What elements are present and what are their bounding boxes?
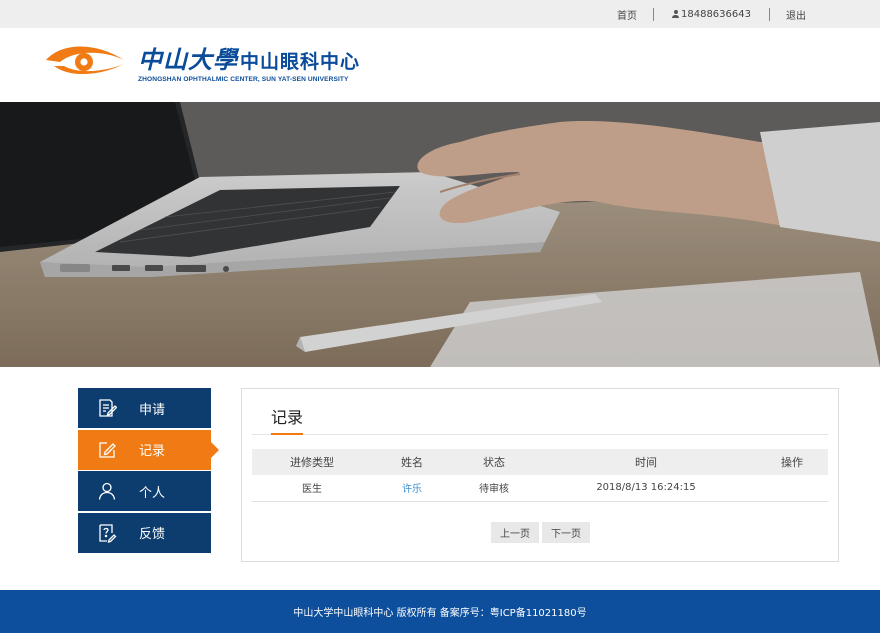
column-header-status: 状态 xyxy=(483,456,505,469)
eye-logo-icon xyxy=(46,46,124,75)
site-header: 中山大學 中山眼科中心 ZHONGSHAN OPHTHALMIC CENTER,… xyxy=(0,28,880,102)
column-header-time: 时间 xyxy=(635,456,657,469)
table-row: 医生 许乐 待审核 2018/8/13 16:24:15 xyxy=(252,475,828,501)
laptop-desk-illustration xyxy=(0,102,880,367)
pagination: 上一页 下一页 xyxy=(491,522,590,543)
footer-copyright: 中山大学中山眼科中心 版权所有 备案序号：粤ICP备11021180号 xyxy=(293,608,587,619)
sidebar-nav: 申请 记录 个人 反馈 xyxy=(78,388,219,554)
next-page-button[interactable]: 下一页 xyxy=(542,522,590,543)
prev-page-button[interactable]: 上一页 xyxy=(491,522,539,543)
user-phone: 18488636643 xyxy=(681,8,751,20)
user-icon xyxy=(672,10,679,18)
sidebar-item-feedback[interactable]: 反馈 xyxy=(78,512,211,553)
column-header-name: 姓名 xyxy=(401,456,423,469)
logo-center-name: 中山眼科中心 xyxy=(240,51,361,73)
logout-link[interactable]: 退出 xyxy=(770,7,822,22)
divider xyxy=(252,434,828,435)
logo-english-name: ZHONGSHAN OPHTHALMIC CENTER, SUN YAT-SEN… xyxy=(138,76,349,83)
sidebar-item-records[interactable]: 记录 xyxy=(78,429,219,470)
sidebar-item-personal[interactable]: 个人 xyxy=(78,471,211,512)
question-icon xyxy=(97,523,117,543)
top-links: 首页 18488636643 退出 xyxy=(601,0,822,28)
cell-action xyxy=(756,475,828,501)
column-header-type: 进修类型 xyxy=(290,456,334,469)
panel-title: 记录 xyxy=(271,408,304,427)
table-header-row: 进修类型 姓名 状态 时间 操作 xyxy=(252,449,828,475)
home-link[interactable]: 首页 xyxy=(601,7,653,22)
logo-university-name: 中山大學 xyxy=(138,45,238,74)
top-bar: 首页 18488636643 退出 xyxy=(0,0,880,28)
banner-image xyxy=(0,102,880,367)
sidebar-item-label: 个人 xyxy=(139,485,166,501)
user-account[interactable]: 18488636643 xyxy=(654,9,769,20)
user-icon xyxy=(97,481,117,501)
sidebar-item-label: 反馈 xyxy=(139,527,166,543)
cell-type: 医生 xyxy=(302,484,322,496)
sidebar-item-label: 申请 xyxy=(139,402,166,418)
cell-name-link[interactable]: 许乐 xyxy=(402,484,422,495)
cell-status: 待审核 xyxy=(479,484,509,496)
site-footer: 中山大学中山眼科中心 版权所有 备案序号：粤ICP备11021180号 xyxy=(0,590,880,633)
records-table: 进修类型 姓名 状态 时间 操作 医生 许乐 待审核 2018/8/13 16:… xyxy=(252,449,828,502)
edit-form-icon xyxy=(97,398,117,418)
records-panel: 记录 进修类型 姓名 状态 时间 操作 医生 许乐 待审核 2018/8/13 … xyxy=(241,388,839,562)
pencil-square-icon xyxy=(97,440,117,460)
title-underline xyxy=(271,433,303,435)
sidebar-item-apply[interactable]: 申请 xyxy=(78,388,211,428)
sidebar-item-label: 记录 xyxy=(139,444,166,460)
logo[interactable]: 中山大學 中山眼科中心 ZHONGSHAN OPHTHALMIC CENTER,… xyxy=(44,40,360,83)
cell-time: 2018/8/13 16:24:15 xyxy=(596,482,696,494)
column-header-action: 操作 xyxy=(781,456,803,469)
